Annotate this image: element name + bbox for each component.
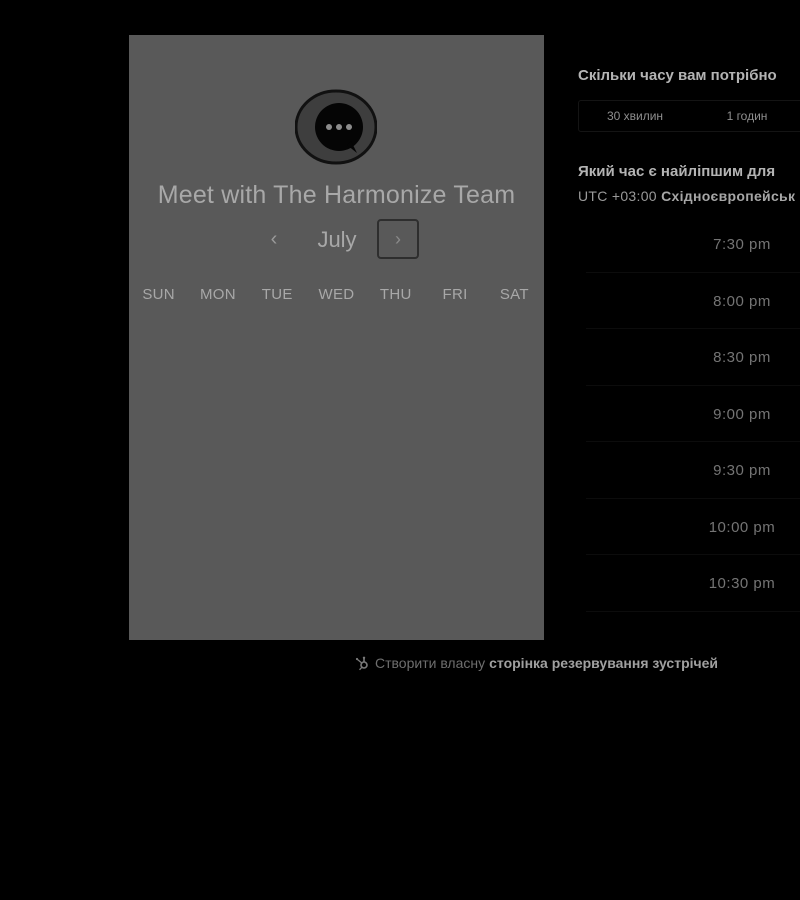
time-slot-label: 9:00 pm	[713, 405, 771, 423]
month-navigation: ‹ July ›	[129, 219, 544, 261]
weekday-sun: SUN	[142, 286, 175, 303]
time-question: Який час є найліпшим для	[578, 163, 776, 180]
booking-card: Meet with The Harmonize Team ‹ July › SU…	[129, 35, 544, 640]
weekday-tue: TUE	[261, 286, 293, 303]
duration-option-1-hour[interactable]: 1 годин	[691, 101, 800, 131]
time-slot-label: 10:00 pm	[708, 518, 776, 536]
time-slot-label: 8:30 pm	[713, 349, 771, 366]
time-slot[interactable]: 10:00 pm	[578, 499, 800, 556]
time-slot[interactable]: 9:00 pm	[578, 386, 800, 443]
time-slot-label: 10:30 pm	[708, 575, 776, 592]
weekday-sat: SAT	[499, 286, 529, 303]
time-slot-list: 7:30 pm 8:00 pm 8:30 pm 9:00 pm 9:30 pm …	[578, 216, 800, 612]
footer-prefix: Створити власну	[375, 655, 486, 671]
time-slot[interactable]: 10:30 pm	[578, 555, 800, 612]
chat-bubble-icon	[295, 89, 377, 165]
time-slot-label: 9:30 pm	[713, 462, 771, 479]
time-slot-label: 7:30 pm	[713, 236, 771, 253]
next-month-button[interactable]: ›	[377, 219, 419, 259]
meeting-title: Meet with The Harmonize Team	[157, 181, 516, 209]
timezone-name: Східноєвропейськ	[661, 188, 796, 204]
footer-promo: Створити власну сторінка резервування зу…	[355, 655, 718, 671]
footer-link[interactable]: сторінка резервування зустрічей	[489, 655, 718, 671]
hubspot-sprocket-icon	[355, 656, 368, 670]
time-slot-label: 8:00 pm	[713, 292, 771, 310]
duration-selector: 30 хвилин 1 годин	[578, 100, 800, 132]
weekday-header: SUN MON TUE WED THU FRI SAT	[129, 286, 544, 303]
page: Meet with The Harmonize Team ‹ July › SU…	[0, 0, 800, 900]
time-selection-panel: Скільки часу вам потрібно 30 хвилин 1 го…	[578, 0, 800, 900]
time-slot[interactable]: 9:30 pm	[578, 442, 800, 499]
time-slot[interactable]: 8:30 pm	[578, 329, 800, 386]
weekday-fri: FRI	[442, 286, 468, 303]
timezone-offset: UTC +03:00	[578, 188, 657, 204]
prev-month-button[interactable]: ‹	[264, 229, 284, 249]
month-label: July	[317, 227, 357, 252]
weekday-wed: WED	[318, 286, 355, 303]
time-slot[interactable]: 8:00 pm	[578, 273, 800, 330]
weekday-mon: MON	[199, 286, 236, 303]
time-slot[interactable]: 7:30 pm	[578, 216, 800, 273]
duration-question: Скільки часу вам потрібно	[578, 67, 777, 84]
duration-option-30-min[interactable]: 30 хвилин	[579, 101, 691, 131]
timezone-selector[interactable]: UTC +03:00 Східноєвропейськ	[578, 188, 795, 204]
weekday-thu: THU	[379, 286, 412, 303]
